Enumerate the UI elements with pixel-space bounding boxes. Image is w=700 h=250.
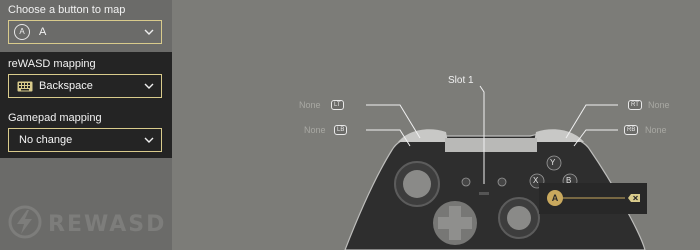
- rt-mapping-value: None: [648, 100, 670, 110]
- rt-tag[interactable]: RT: [628, 100, 642, 110]
- rb-tag[interactable]: RB: [624, 125, 639, 135]
- a-button-assignment[interactable]: A: [539, 183, 647, 214]
- lb-tag[interactable]: LB: [334, 125, 348, 135]
- lt-tag[interactable]: LT: [331, 100, 344, 110]
- x-button-label: X: [533, 176, 539, 185]
- slot-label: Slot 1: [448, 75, 474, 86]
- lb-mapping-value: None: [304, 125, 326, 135]
- a-button-marker: A: [547, 190, 563, 206]
- lt-mapping-value: None: [299, 100, 321, 110]
- rb-mapping-value: None: [645, 125, 667, 135]
- y-button-label: Y: [550, 158, 556, 167]
- backspace-icon: [628, 194, 640, 202]
